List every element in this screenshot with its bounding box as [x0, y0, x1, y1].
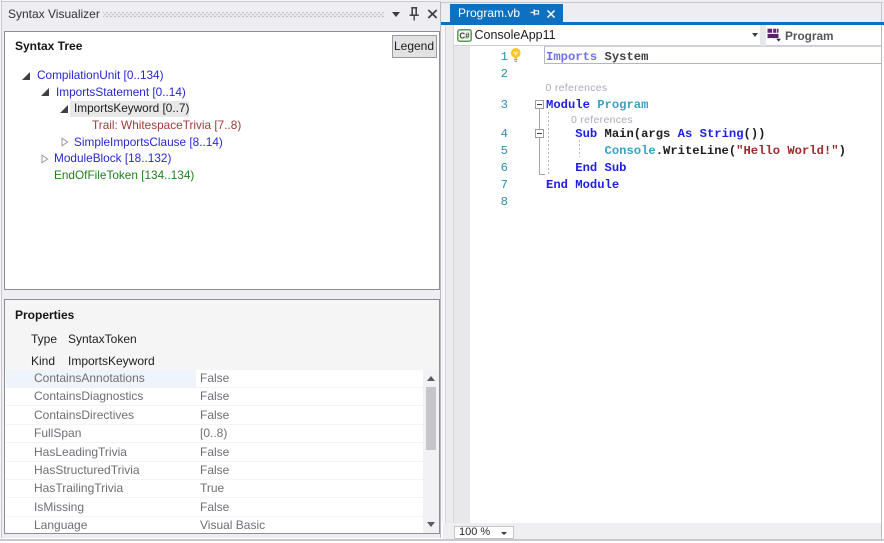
svg-text:C#: C#	[459, 31, 470, 40]
